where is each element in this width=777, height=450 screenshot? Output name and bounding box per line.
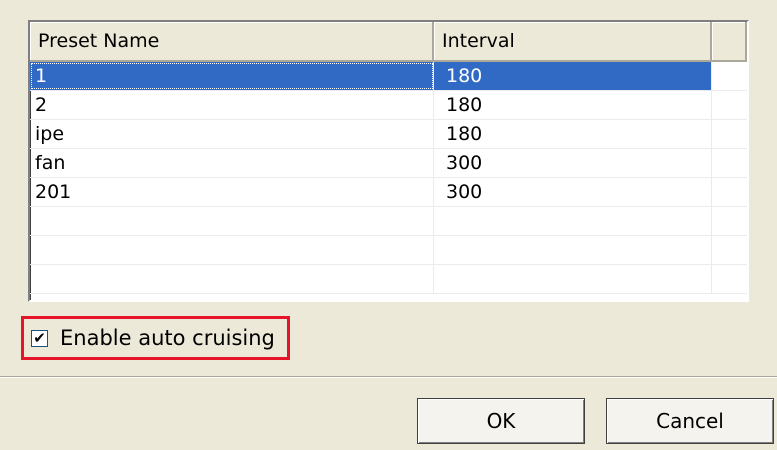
- table-row[interactable]: 2 180: [30, 91, 747, 120]
- preset-name-cell: [30, 265, 434, 293]
- preset-name-cell: 201: [30, 178, 434, 206]
- interval-cell: 180: [434, 62, 712, 90]
- ok-button[interactable]: OK: [417, 398, 585, 444]
- enable-auto-cruising-label[interactable]: Enable auto cruising: [60, 326, 275, 350]
- separator-line: [0, 376, 777, 378]
- preset-name-cell: 1: [30, 62, 434, 90]
- interval-cell: [434, 265, 712, 293]
- interval-cell: 180: [434, 120, 712, 148]
- preset-list-header: Preset Name Interval: [30, 22, 747, 62]
- table-row[interactable]: fan 300: [30, 149, 747, 178]
- interval-cell: 180: [434, 91, 712, 119]
- preset-name-cell: [30, 236, 434, 264]
- preset-name-cell: fan: [30, 149, 434, 177]
- table-row-empty: [30, 236, 747, 265]
- column-header-preset-name[interactable]: Preset Name: [30, 22, 434, 62]
- checkbox-box[interactable]: ✔: [31, 328, 48, 347]
- column-header-interval[interactable]: Interval: [434, 22, 712, 62]
- preset-name-cell: [30, 207, 434, 235]
- checkmark-icon: ✔: [33, 328, 46, 347]
- interval-cell: 300: [434, 178, 712, 206]
- table-row[interactable]: 201 300: [30, 178, 747, 207]
- preset-name-cell: 2: [30, 91, 434, 119]
- preset-name-cell: ipe: [30, 120, 434, 148]
- column-header-filler: [712, 22, 747, 62]
- preset-list[interactable]: Preset Name Interval 1 180 2 180 ipe 180…: [28, 20, 749, 302]
- interval-cell: [434, 207, 712, 235]
- enable-auto-cruising-checkbox[interactable]: ✔ Enable auto cruising: [21, 316, 290, 360]
- table-row[interactable]: 1 180: [30, 62, 747, 91]
- cancel-button[interactable]: Cancel: [606, 398, 774, 444]
- table-row[interactable]: ipe 180: [30, 120, 747, 149]
- table-row-empty: [30, 207, 747, 236]
- table-row-empty: [30, 265, 747, 294]
- interval-cell: 300: [434, 149, 712, 177]
- interval-cell: [434, 236, 712, 264]
